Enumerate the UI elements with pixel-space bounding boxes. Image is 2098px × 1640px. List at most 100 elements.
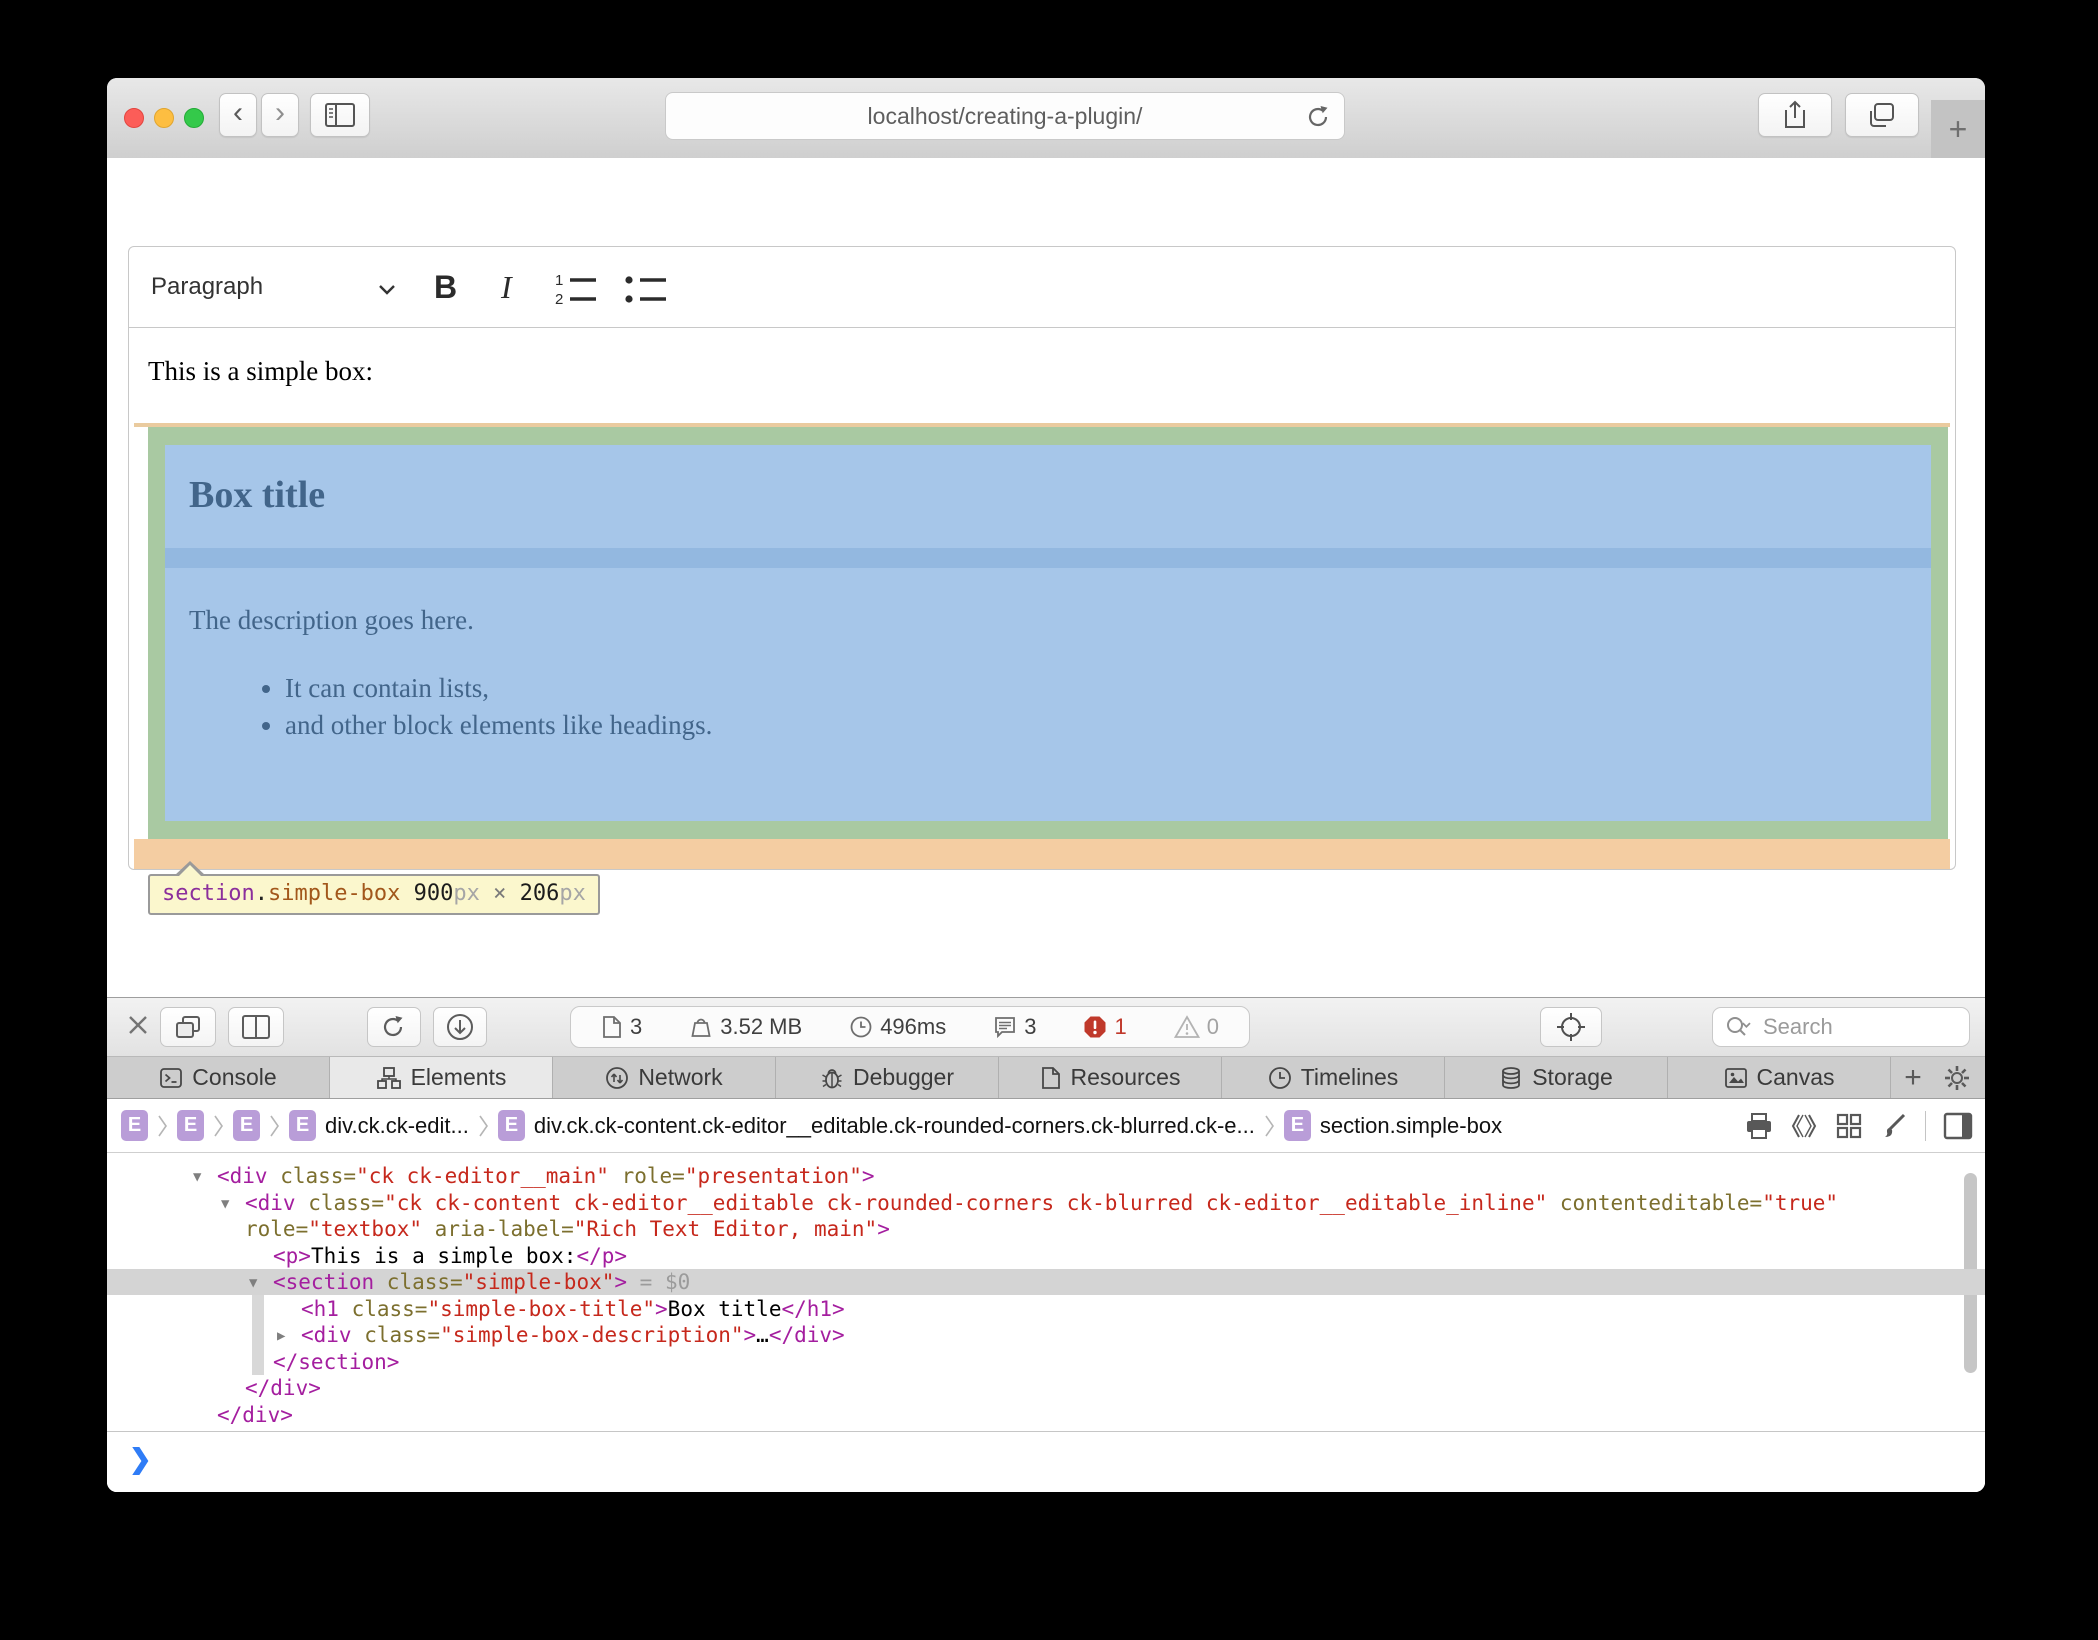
numbered-list-button[interactable]: 12: [554, 271, 600, 307]
tab-elements[interactable]: Elements: [330, 1057, 553, 1098]
breadcrumb-item[interactable]: Ediv.ck.ck-edit...: [289, 1110, 469, 1141]
new-tab-button[interactable]: +: [1931, 100, 1985, 158]
share-button[interactable]: [1758, 93, 1832, 137]
devtools-search-input[interactable]: Search: [1712, 1007, 1970, 1047]
simple-box-title[interactable]: Box title: [189, 473, 325, 517]
italic-button[interactable]: I: [501, 247, 512, 327]
tab-canvas[interactable]: Canvas: [1668, 1057, 1891, 1098]
print-icon[interactable]: [1745, 1112, 1773, 1140]
devtools-settings-button[interactable]: [1935, 1057, 1979, 1098]
sidebar-toggle-button[interactable]: [310, 93, 370, 137]
detach-icon: [174, 1014, 202, 1040]
badge-error[interactable]: 1: [1083, 1014, 1126, 1040]
back-chevron-icon: ‹: [233, 98, 243, 128]
zoom-window-button[interactable]: [184, 108, 204, 128]
resources-icon: [1040, 1066, 1062, 1090]
dom-node[interactable]: </div>: [107, 1375, 1985, 1401]
list-item[interactable]: and other block elements like headings.: [285, 707, 712, 744]
devtools-reload-button[interactable]: [367, 1007, 421, 1047]
tooltip-text: section.simple-box 900px × 206px: [162, 881, 586, 906]
tab-label: Resources: [1071, 1064, 1181, 1091]
back-button[interactable]: ‹: [219, 93, 257, 137]
dom-node[interactable]: </div>: [107, 1402, 1985, 1428]
url-address-field[interactable]: localhost/creating-a-plugin/: [665, 92, 1345, 140]
badge-document[interactable]: 3: [601, 1014, 642, 1040]
document-icon: [601, 1015, 623, 1039]
tab-label: Elements: [411, 1064, 507, 1091]
minimize-window-button[interactable]: [154, 108, 174, 128]
badge-clock[interactable]: 496ms: [849, 1014, 946, 1040]
tab-label: Canvas: [1757, 1064, 1835, 1091]
expanded-arrow-icon[interactable]: ▼: [249, 1270, 257, 1296]
tab-debugger[interactable]: Debugger: [776, 1057, 999, 1098]
dom-node-source: <p>This is a simple box:</p>: [273, 1243, 627, 1269]
add-tab-button[interactable]: +: [1891, 1057, 1935, 1098]
simple-box-padding-overlay[interactable]: Box title The description goes here. It …: [148, 427, 1948, 839]
tab-resources[interactable]: Resources: [999, 1057, 1222, 1098]
simple-box-bullet-list[interactable]: It can contain lists, and other block el…: [265, 670, 712, 744]
badge-value: 3.52 MB: [720, 1014, 802, 1040]
dom-node[interactable]: <h1 class="simple-box-title">Box title</…: [107, 1296, 1985, 1322]
detach-devtools-button[interactable]: [160, 1007, 216, 1047]
bulleted-list-button[interactable]: [623, 271, 669, 307]
dock-side-button[interactable]: [228, 1007, 284, 1047]
dom-node-source: <div class="simple-box-description">…</d…: [301, 1322, 845, 1348]
breadcrumb-item[interactable]: Ediv.ck.ck-content.ck-editor__editable.c…: [498, 1110, 1255, 1141]
breadcrumb-item[interactable]: E: [121, 1110, 148, 1141]
reload-icon: [380, 1013, 408, 1041]
close-window-button[interactable]: [124, 108, 144, 128]
paintbrush-icon[interactable]: [1880, 1112, 1908, 1140]
breadcrumb-separator-icon: [157, 1112, 168, 1140]
tab-console[interactable]: Console: [107, 1057, 330, 1098]
code-brackets-icon[interactable]: [1790, 1112, 1818, 1140]
simple-box-description[interactable]: The description goes here.: [189, 605, 474, 636]
badge-bubble[interactable]: 3: [993, 1014, 1036, 1040]
element-picker-button[interactable]: [1540, 1007, 1602, 1047]
console-prompt-row[interactable]: ❯: [107, 1431, 1985, 1492]
badge-weight[interactable]: 3.52 MB: [689, 1014, 802, 1040]
gear-icon: [1943, 1064, 1971, 1092]
console-prompt-icon: ❯: [129, 1444, 152, 1475]
collapsed-arrow-icon[interactable]: ▶: [277, 1323, 285, 1349]
dom-node[interactable]: ▼ <div class="ck ck-content ck-editor__ed…: [107, 1190, 1985, 1216]
tab-label: Storage: [1532, 1064, 1613, 1091]
breadcrumb-item[interactable]: Esection.simple-box: [1284, 1110, 1502, 1141]
split-pane-icon: [241, 1014, 271, 1040]
intro-paragraph[interactable]: This is a simple box:: [148, 356, 373, 387]
tab-network[interactable]: Network: [553, 1057, 776, 1098]
bold-button[interactable]: B: [434, 247, 457, 327]
download-button[interactable]: [433, 1007, 487, 1047]
breadcrumb-item[interactable]: E: [177, 1110, 204, 1141]
dom-node[interactable]: ▼<div class="ck ck-editor__main" role="p…: [107, 1163, 1985, 1189]
details-sidebar-icon[interactable]: [1943, 1112, 1973, 1140]
divider: [1925, 1111, 1926, 1141]
dom-node[interactable]: ▶ <div class="simple-box-description">…</…: [107, 1322, 1985, 1348]
breadcrumb-item[interactable]: E: [233, 1110, 260, 1141]
reload-icon[interactable]: [1306, 103, 1332, 131]
dom-node[interactable]: <p>This is a simple box:</p>: [107, 1243, 1985, 1269]
paragraph-dropdown[interactable]: Paragraph: [151, 247, 263, 327]
expanded-arrow-icon[interactable]: ▼: [193, 1164, 201, 1190]
close-devtools-button[interactable]: [125, 1012, 151, 1038]
simple-box-content-overlay: Box title The description goes here. It …: [165, 445, 1931, 821]
warning-icon: [1174, 1015, 1200, 1039]
grid-layout-icon[interactable]: [1835, 1112, 1863, 1140]
tab-timelines[interactable]: Timelines: [1222, 1057, 1445, 1098]
dom-node[interactable]: role="textbox" aria-label="Rich Text Edi…: [107, 1216, 1985, 1242]
badge-value: 496ms: [880, 1014, 946, 1040]
tab-storage[interactable]: Storage: [1445, 1057, 1668, 1098]
dom-node-source: <div class="ck ck-content ck-editor__edi…: [245, 1190, 1838, 1216]
element-badge: E: [121, 1110, 148, 1141]
chevron-down-icon[interactable]: [377, 283, 397, 297]
badge-value: 1: [1114, 1014, 1126, 1040]
badge-warning[interactable]: 0: [1174, 1014, 1219, 1040]
forward-button[interactable]: ›: [261, 93, 299, 137]
storage-icon: [1499, 1066, 1523, 1090]
tab-overview-button[interactable]: [1845, 93, 1919, 137]
list-item[interactable]: It can contain lists,: [285, 670, 712, 707]
breadcrumb-separator-icon: [213, 1112, 224, 1140]
dom-node-selected[interactable]: ▼<section class="simple-box"> = $0: [107, 1269, 1985, 1295]
dom-node[interactable]: </section>: [107, 1349, 1985, 1375]
badge-value: 3: [1024, 1014, 1036, 1040]
expanded-arrow-icon[interactable]: ▼: [221, 1191, 229, 1217]
